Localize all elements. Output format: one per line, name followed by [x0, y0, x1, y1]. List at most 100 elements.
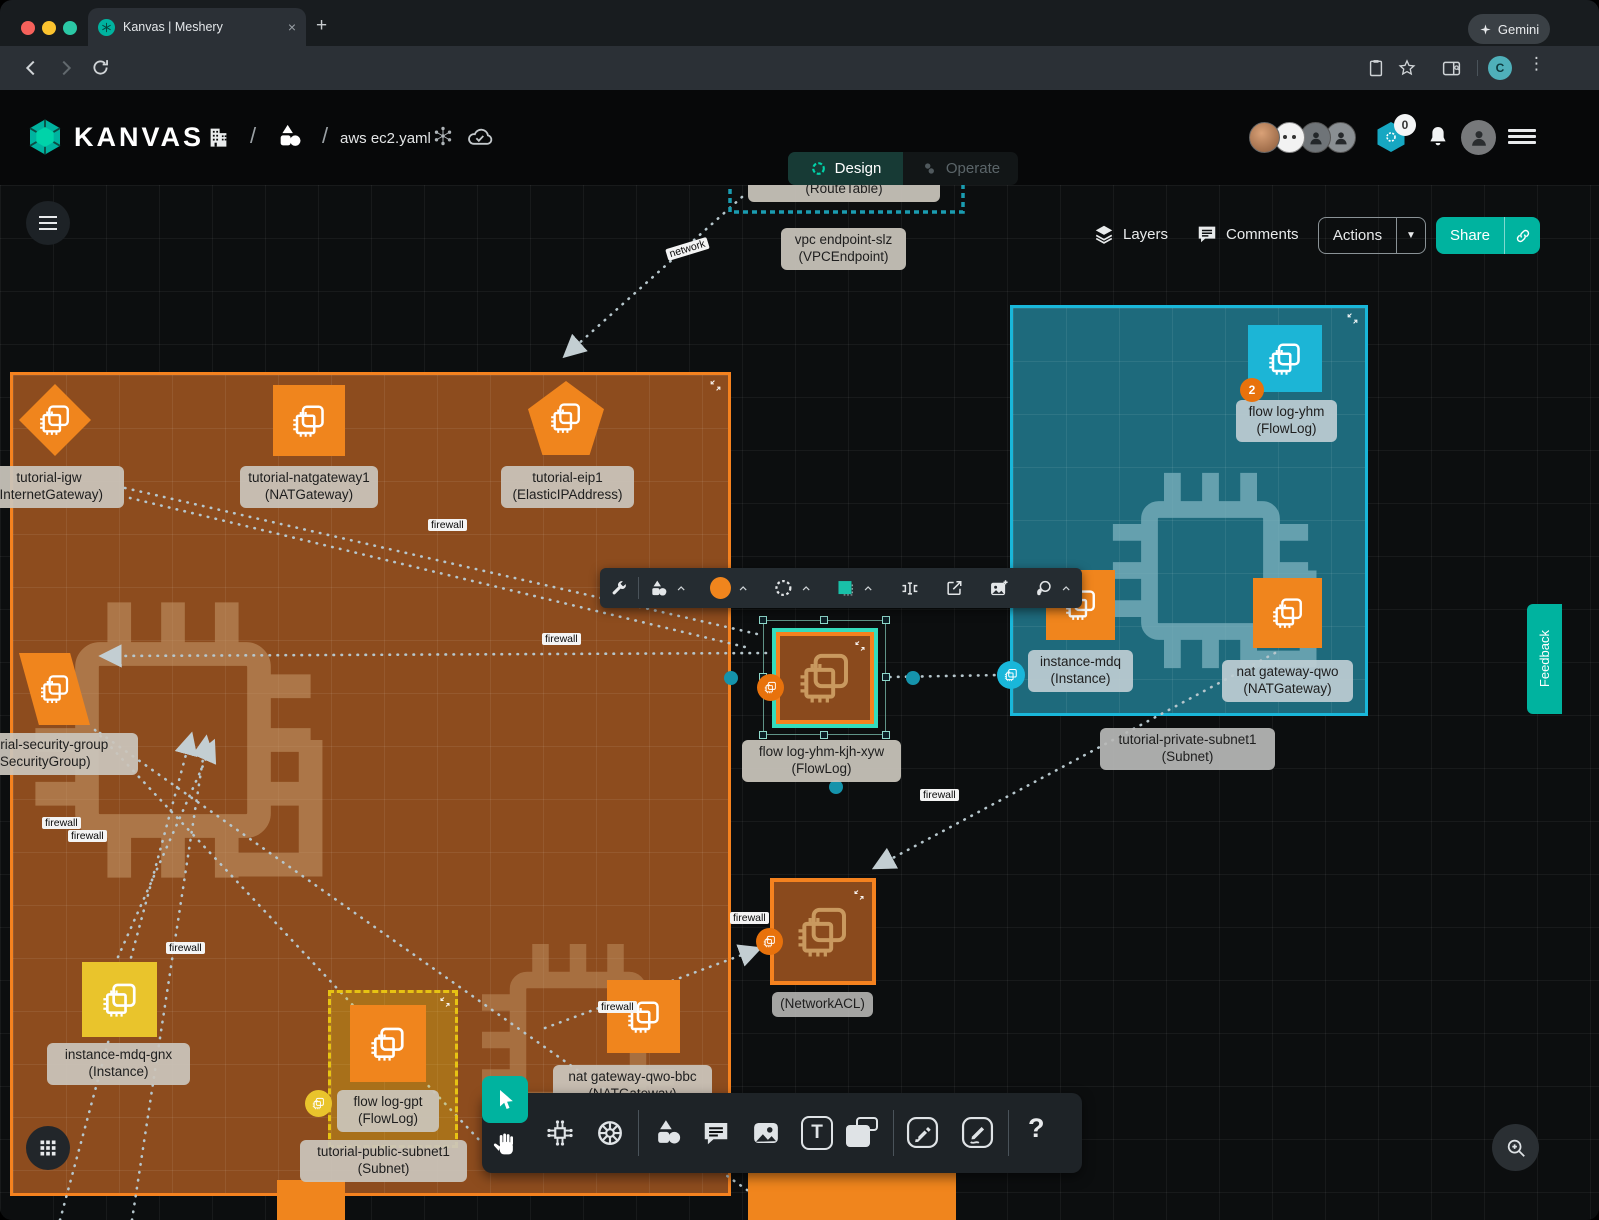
node-partial-bottom[interactable] [277, 1180, 345, 1220]
flow-log-badge[interactable] [757, 674, 784, 701]
configure-wrench-icon[interactable] [610, 579, 628, 598]
port-dot[interactable] [724, 671, 738, 685]
back-icon[interactable] [20, 57, 42, 79]
shape-frame-tool-icon[interactable] [846, 1117, 878, 1149]
resize-handle[interactable] [759, 616, 767, 624]
chevron-up-icon[interactable] [675, 582, 687, 595]
port-dot[interactable] [906, 671, 920, 685]
fill-color-swatch[interactable] [710, 577, 731, 599]
node-partial-bottom-2[interactable] [748, 1173, 956, 1220]
image-tool-icon[interactable] [751, 1118, 781, 1148]
chevron-up-icon[interactable] [862, 582, 874, 595]
resize-handle[interactable] [820, 616, 828, 624]
new-tab-button[interactable]: + [316, 16, 327, 35]
toolbar-divider [1008, 1110, 1009, 1156]
shapes-tool-icon[interactable] [653, 1117, 684, 1148]
actions-button[interactable]: Actions ▼ [1318, 217, 1426, 254]
pencil-tool-icon[interactable] [961, 1116, 994, 1149]
subnet-port-connector[interactable] [997, 661, 1025, 689]
actions-dropdown-button[interactable]: ▼ [1396, 218, 1425, 253]
resize-handle[interactable] [820, 731, 828, 739]
save-icon[interactable] [1366, 58, 1386, 78]
network-acl-badge[interactable] [756, 928, 783, 955]
group-lasso-icon[interactable] [1034, 578, 1054, 599]
help-button[interactable]: ? [1028, 1113, 1045, 1144]
resize-handle[interactable] [759, 731, 767, 739]
app-header: KANVAS / / aws ec2.yaml Design Operate [0, 90, 1599, 185]
feedback-tab[interactable]: Feedback [1527, 604, 1562, 714]
collapse-icon[interactable] [1346, 312, 1359, 325]
workspace-shapes-icon[interactable] [276, 122, 304, 150]
browser-menu-icon[interactable]: ⋮ [1528, 54, 1545, 74]
dock-apps-button[interactable] [26, 1126, 70, 1170]
menu-icon [39, 212, 57, 234]
rename-text-icon[interactable] [900, 578, 920, 599]
collaborator-avatar-1[interactable] [1249, 122, 1280, 153]
design-file-name[interactable]: aws ec2.yaml [340, 130, 431, 147]
select-tool-button[interactable] [482, 1076, 528, 1123]
chevron-up-icon[interactable] [737, 582, 749, 595]
node-label-nat-gateway-qwo: nat gateway-qwo(NATGateway) [1222, 660, 1353, 702]
copy-link-button[interactable] [1504, 217, 1540, 254]
node-nat-gateway-qwo[interactable] [1253, 578, 1322, 648]
design-canvas[interactable]: Layers Comments Actions ▼ Share (RouteTa… [0, 185, 1599, 1220]
chevron-up-icon[interactable] [1060, 582, 1072, 595]
collapse-icon[interactable] [709, 379, 722, 392]
traffic-light-zoom[interactable] [63, 21, 77, 35]
node-instance-mdq-gnx[interactable] [82, 962, 157, 1037]
tab-design[interactable]: Design [788, 152, 903, 185]
forward-icon[interactable] [55, 57, 77, 79]
bell-icon[interactable] [1425, 124, 1451, 150]
kanvas-logo-text: KANVAS [74, 122, 204, 153]
resize-handle[interactable] [882, 731, 890, 739]
flow-log-yhm-count-badge: 2 [1240, 378, 1264, 402]
organization-icon[interactable] [205, 123, 232, 150]
tab-close-icon[interactable]: × [288, 19, 296, 35]
user-avatar[interactable] [1461, 120, 1496, 155]
app-menu-icon[interactable] [1508, 126, 1536, 148]
traffic-light-close[interactable] [21, 21, 35, 35]
layers-button[interactable]: Layers [1093, 223, 1168, 245]
component-mesh-tool-icon[interactable] [545, 1118, 575, 1148]
chevron-up-icon[interactable] [800, 582, 812, 595]
node-flow-log-gpt[interactable] [350, 1005, 426, 1082]
resize-handle[interactable] [882, 673, 890, 681]
flow-log-gpt-badge[interactable] [305, 1090, 332, 1117]
collapse-icon[interactable] [854, 640, 866, 652]
share-button[interactable]: Share [1436, 217, 1540, 254]
text-tool-icon[interactable]: T [801, 1116, 833, 1150]
bookmark-star-icon[interactable] [1397, 58, 1417, 78]
kanvas-logo-icon[interactable] [25, 117, 65, 157]
resize-handle[interactable] [882, 616, 890, 624]
node-flow-log-yhm-kjh-xyw[interactable] [772, 628, 878, 728]
add-image-icon[interactable] [989, 578, 1009, 599]
pen-tool-icon[interactable] [906, 1116, 939, 1149]
collapse-icon[interactable] [439, 996, 451, 1008]
comments-button[interactable]: Comments [1196, 223, 1299, 245]
kubernetes-tool-icon[interactable] [595, 1118, 625, 1148]
reload-icon[interactable] [90, 57, 111, 78]
cloud-status-icon[interactable] [466, 123, 493, 150]
chip-icon [39, 673, 71, 705]
canvas-menu-button[interactable] [26, 201, 70, 245]
border-style-icon[interactable] [773, 577, 794, 599]
node-nat-gateway-qwo-bbc[interactable] [607, 980, 680, 1053]
mesh-sync-icon[interactable] [431, 124, 455, 148]
gemini-button[interactable]: Gemini [1468, 14, 1550, 44]
pan-tool-button[interactable] [488, 1123, 524, 1167]
traffic-light-minimize[interactable] [42, 21, 56, 35]
node-network-acl[interactable] [770, 878, 876, 985]
comment-tool-icon[interactable] [701, 1118, 731, 1148]
browser-tab[interactable]: Kanvas | Meshery × [88, 8, 306, 46]
node-tutorial-natgateway1[interactable] [273, 385, 345, 456]
zoom-button[interactable] [1492, 1124, 1539, 1171]
tab-operate[interactable]: Operate [903, 152, 1018, 185]
side-panel-icon[interactable] [1441, 58, 1462, 79]
open-external-icon[interactable] [945, 578, 964, 598]
context-toolbar [600, 568, 1082, 608]
profile-avatar[interactable]: C [1488, 56, 1512, 80]
collapse-icon[interactable] [853, 889, 865, 901]
port-dot[interactable] [829, 780, 843, 794]
shape-picker-icon[interactable] [649, 578, 669, 599]
shape-fill-icon[interactable] [835, 577, 856, 599]
